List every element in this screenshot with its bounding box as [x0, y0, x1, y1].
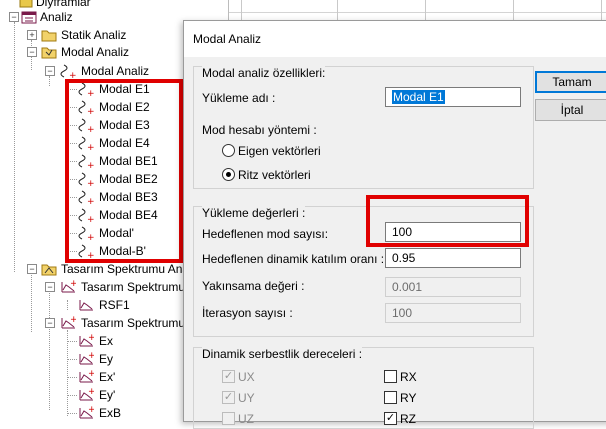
dof-rz-checkbox[interactable]: ✓ [384, 412, 397, 425]
radio-eigen[interactable] [222, 144, 235, 157]
tree-item-statik-analiz[interactable]: + Statik Analiz [0, 26, 190, 44]
tree-item-spectrum-2[interactable]: − + Tasarım Spektrumu [0, 314, 190, 332]
convergence-input: 0.001 [385, 277, 521, 297]
spectrum-icon: + [78, 369, 96, 385]
cancel-button[interactable]: İptal [535, 99, 606, 121]
folder-open-icon [41, 44, 57, 60]
dof-ry-checkbox[interactable] [384, 391, 397, 404]
convergence-label: Yakınsama değeri : [202, 279, 305, 293]
dialog-titlebar[interactable]: Modal Analiz [184, 21, 606, 57]
mass-ratio-input[interactable]: 0.95 [385, 248, 521, 268]
tree-item-spectrum-case[interactable]: + Ey' [0, 386, 190, 404]
folder-open-icon [41, 261, 57, 277]
svg-text:+: + [88, 405, 94, 415]
collapse-icon[interactable]: − [27, 47, 37, 57]
tree-item-label: Ex' [99, 370, 116, 384]
dof-uy-checkbox: ✓ [222, 391, 235, 404]
svg-text:+: + [70, 315, 76, 325]
method-label: Mod hesabı yöntemi : [202, 123, 317, 137]
ok-button[interactable]: Tamam [535, 71, 606, 93]
highlight-box-modal-items [65, 79, 183, 263]
collapse-icon[interactable]: − [45, 282, 55, 292]
spectrum-icon: + [60, 279, 78, 295]
iteration-input: 100 [385, 303, 521, 323]
dof-rx-label: RX [400, 370, 417, 384]
tree-item-label: ExB [99, 406, 122, 420]
tree-item-spectrum-case[interactable]: + ExB [0, 404, 190, 422]
spectrum-icon [78, 297, 94, 313]
modal-wave-icon: + [60, 63, 77, 81]
dof-title: Dinamik serbestlik dereceleri : [202, 347, 363, 361]
svg-text:+: + [69, 71, 76, 79]
model-view-canvas [228, 0, 606, 22]
spectrum-icon: + [60, 315, 78, 331]
tree-item-spectrum-case[interactable]: + Ex [0, 332, 190, 350]
radio-ritz[interactable] [222, 168, 235, 181]
svg-text:+: + [88, 351, 94, 361]
dof-rx-checkbox[interactable] [384, 370, 397, 383]
radio-ritz-label: Ritz vektörleri [238, 168, 311, 182]
load-name-input[interactable]: Modal E1 [385, 87, 521, 107]
tree-item-analiz[interactable]: − Analiz [0, 8, 190, 26]
dof-uz-label: UZ [238, 412, 254, 426]
tree-item-spectrum-1[interactable]: − + Tasarım Spektrumu [0, 278, 190, 296]
dof-ux-checkbox: ✓ [222, 370, 235, 383]
spectrum-icon: + [78, 333, 96, 349]
radio-eigen-label: Eigen vektörleri [238, 144, 321, 158]
spectrum-icon: + [78, 405, 96, 421]
collapse-icon[interactable]: − [9, 12, 19, 22]
load-name-label: Yükleme adı : [202, 91, 276, 105]
tree-item-spectrum-case[interactable]: + Ey [0, 350, 190, 368]
tree-item-modal-analiz[interactable]: − + Modal Analiz [0, 62, 190, 81]
target-modes-label: Hedeflenen mod sayısı: [202, 227, 329, 241]
dof-rz-label: RZ [400, 412, 416, 426]
tree-item-spectrum-case[interactable]: + Ex' [0, 368, 190, 386]
dof-ux-label: UX [238, 370, 255, 384]
svg-text:+: + [70, 279, 76, 289]
spectrum-icon: + [78, 387, 96, 403]
spectrum-icon: + [78, 351, 96, 367]
expand-icon[interactable]: + [27, 30, 37, 40]
load-values-title: Yükleme değerleri : [202, 206, 306, 220]
svg-text:+: + [88, 387, 94, 397]
mass-ratio-label: Hedeflenen dinamik katılım oranı : [202, 252, 385, 266]
collapse-icon[interactable]: − [45, 66, 55, 76]
tree-item-modal-analiz-group[interactable]: − Modal Analiz [0, 43, 190, 61]
analysis-icon [21, 9, 37, 25]
collapse-icon[interactable]: − [45, 318, 55, 328]
dof-ry-label: RY [400, 391, 417, 405]
tree-item-rsf1[interactable]: RSF1 [0, 296, 190, 314]
iteration-label: İterasyon sayısı : [202, 306, 293, 320]
modal-properties-title: Modal analiz özellikleri: [202, 66, 326, 80]
tree-item-label: Ey [99, 352, 114, 366]
svg-text:+: + [88, 369, 94, 379]
dof-uy-label: UY [238, 391, 255, 405]
dof-uz-checkbox [222, 412, 235, 425]
highlight-box-target-modes [366, 195, 529, 247]
folder-icon [41, 27, 57, 43]
collapse-icon[interactable]: − [27, 264, 37, 274]
svg-text:+: + [88, 333, 94, 343]
dialog-title: Modal Analiz [193, 32, 262, 46]
tree-item-label: Ex [99, 334, 114, 348]
tree-item-label: Ey' [99, 388, 116, 402]
